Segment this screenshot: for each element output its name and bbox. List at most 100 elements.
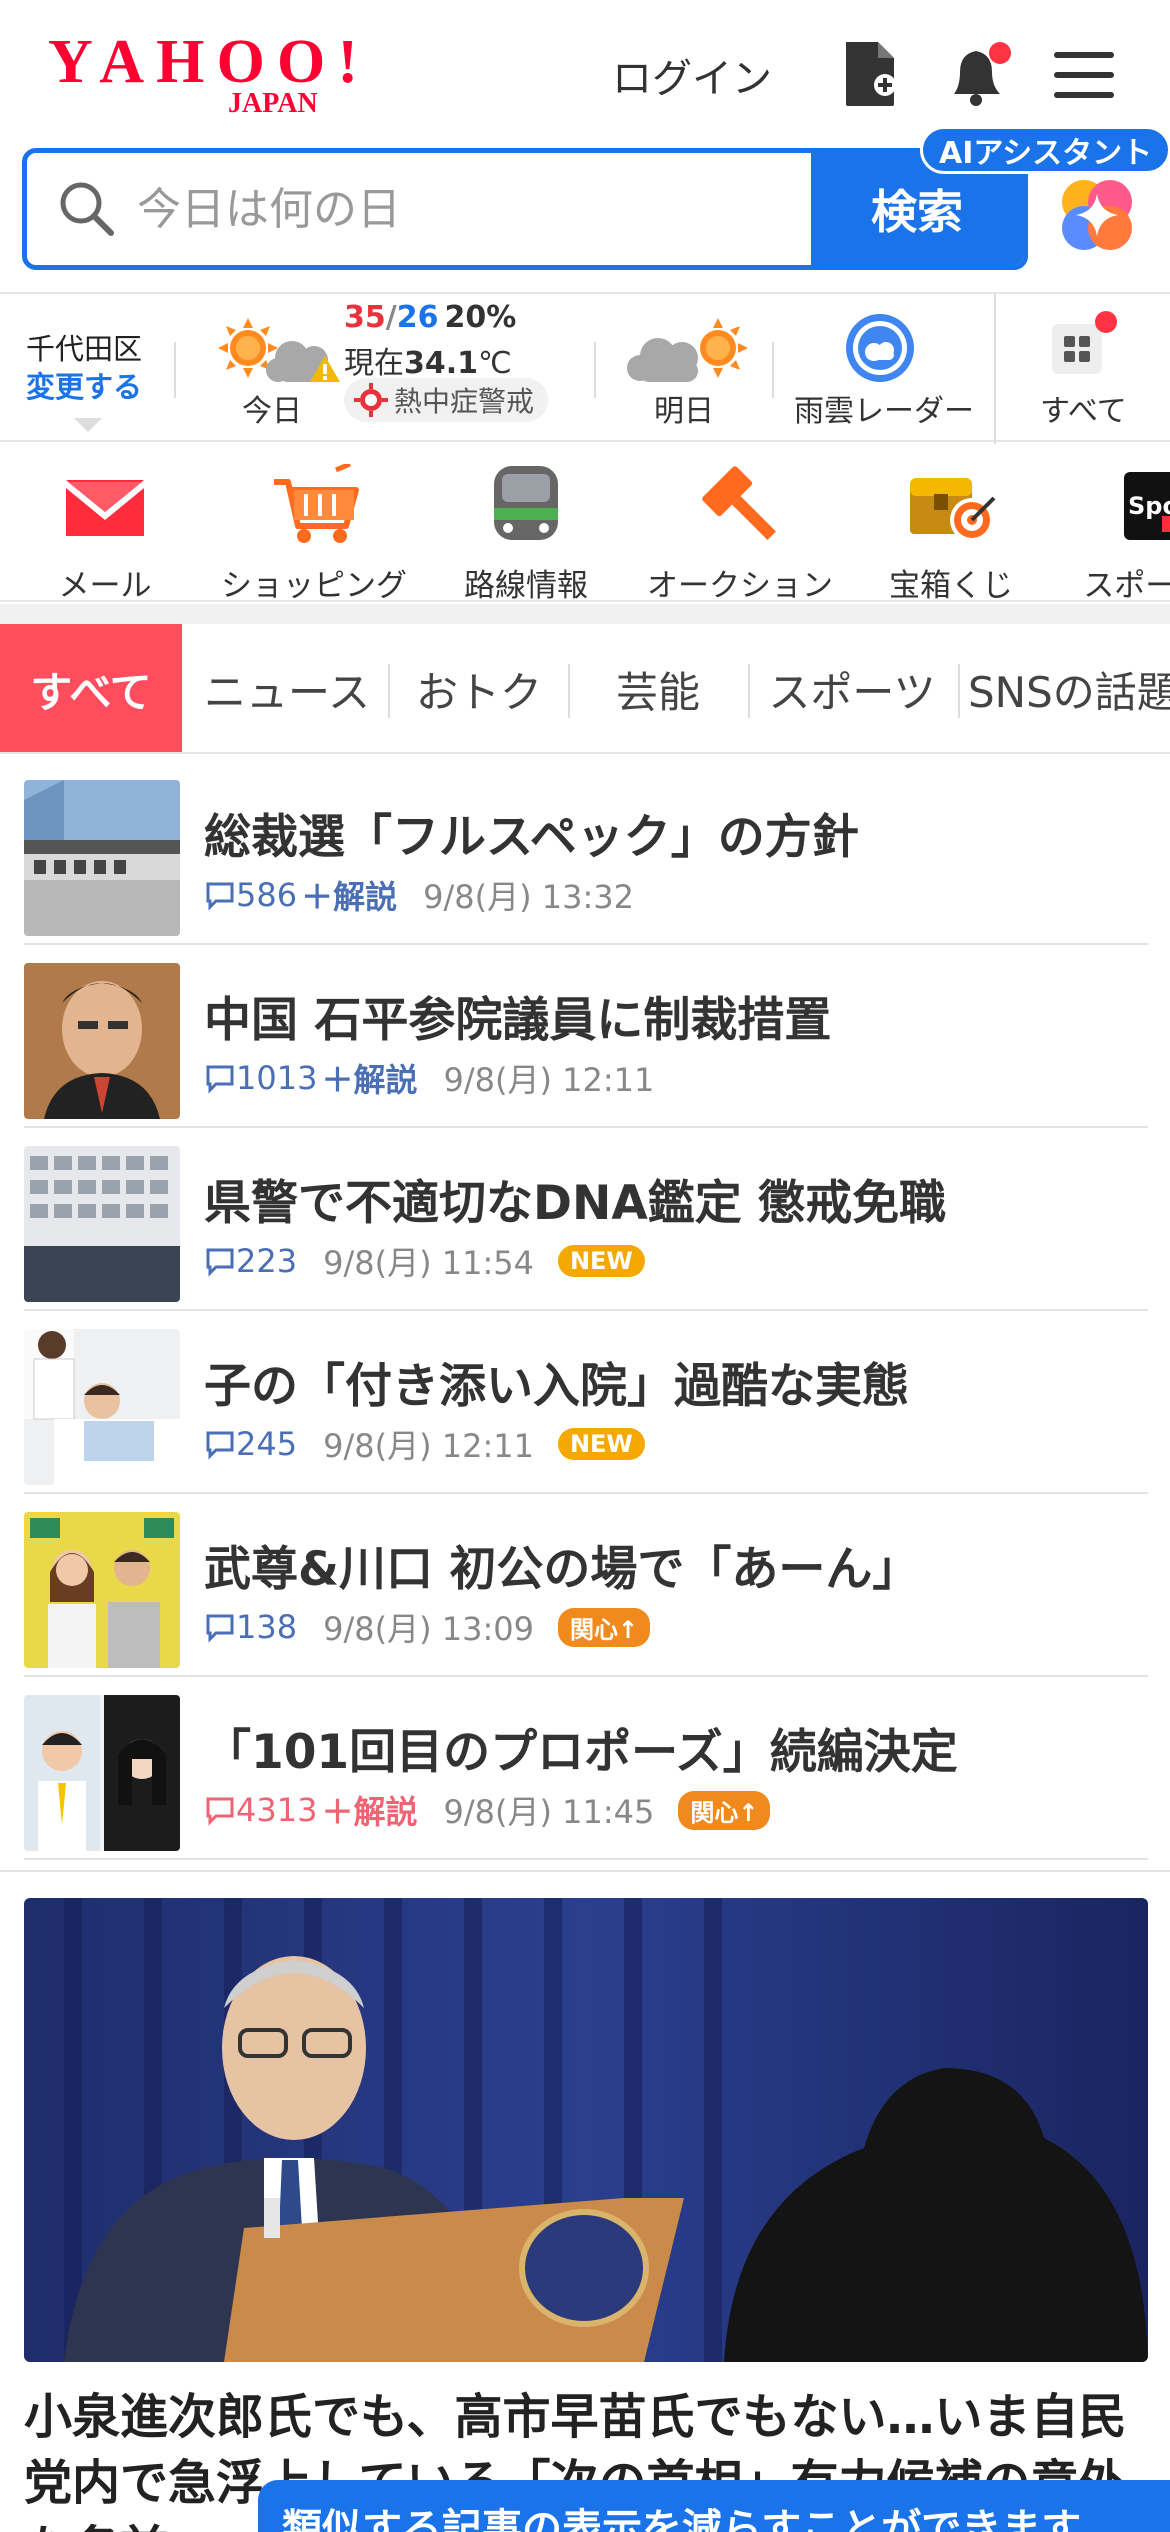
comment-count[interactable]: 138 — [204, 1608, 297, 1646]
news-meta: 223 9/8(月) 11:54 NEW — [204, 1238, 645, 1284]
tab-divider — [958, 664, 960, 718]
heatstroke-alert[interactable]: 熱中症警戒 — [344, 378, 549, 422]
low-temp: 26 — [396, 300, 439, 335]
change-location-link[interactable]: 変更する — [26, 368, 142, 406]
service-mail[interactable]: メール — [40, 460, 170, 600]
news-title: 中国 石平参院議員に制裁措置 — [204, 993, 832, 1048]
tab-sns-topics[interactable]: SNSの話題 — [968, 624, 1170, 752]
service-sports[interactable]: Spo スポーツ — [1070, 460, 1170, 600]
comment-icon — [206, 1065, 234, 1094]
news-category-tabs: すべて ニュース おトク 芸能 スポーツ SNSの話題 — [0, 624, 1170, 754]
news-item[interactable]: 武尊&川口 初公の場で「あーん」 138 9/8(月) 13:09 関心↑ — [24, 1494, 1148, 1677]
menu-hamburger-icon[interactable] — [1052, 38, 1114, 110]
divider — [772, 342, 774, 398]
today-label: 今日 — [242, 394, 302, 429]
comment-count-value: 223 — [236, 1242, 298, 1280]
news-title: 総裁選「フルスペック」の方針 — [204, 810, 859, 865]
ai-assistant-icon[interactable] — [1056, 174, 1138, 256]
mail-icon — [66, 480, 144, 536]
new-document-icon[interactable] — [840, 38, 900, 110]
weather-today[interactable]: 今日 35/26 20% 現在34.1℃ 熱中症警戒 — [210, 294, 580, 444]
news-item[interactable]: 「101回目のプロポーズ」続編決定 4313 ＋解説 9/8(月) 11:45 関… — [24, 1677, 1148, 1860]
notification-bell-icon[interactable] — [944, 38, 1011, 110]
comment-count[interactable]: 4313 ＋解説 — [204, 1787, 417, 1833]
interest-rising-badge: 関心↑ — [557, 1607, 651, 1647]
news-time: 9/8(月) 11:45 — [443, 1793, 655, 1831]
sports-icon: Spo — [1124, 472, 1170, 540]
service-label: スポーツ — [1083, 568, 1170, 602]
ai-assistant-badge[interactable]: AIアシスタント — [920, 126, 1170, 174]
cloudy-sunny-icon — [627, 318, 748, 382]
tab-news[interactable]: ニュース — [192, 624, 382, 752]
section-gap — [0, 604, 1170, 624]
news-title: 武尊&川口 初公の場で「あーん」 — [204, 1542, 920, 1597]
news-thumbnail — [24, 1695, 180, 1851]
comment-icon — [206, 1797, 234, 1826]
news-meta: 4313 ＋解説 9/8(月) 11:45 関心↑ — [204, 1787, 771, 1833]
news-title: 「101回目のプロポーズ」続編決定 — [204, 1725, 958, 1780]
current-temp-unit: ℃ — [478, 346, 512, 381]
service-shopping[interactable]: ショッピング — [214, 460, 414, 600]
comment-count[interactable]: 245 — [204, 1425, 297, 1463]
divider — [994, 294, 996, 444]
commentary-label: ＋解説 — [301, 878, 398, 916]
comment-count[interactable]: 223 — [204, 1242, 297, 1280]
comment-icon — [206, 1431, 234, 1460]
service-label: メール — [58, 568, 152, 602]
news-title: 子の「付き添い入院」過酷な実態 — [204, 1359, 909, 1414]
rain-chance: 20% — [444, 300, 517, 335]
tab-entertainment[interactable]: 芸能 — [570, 624, 746, 752]
current-temp-value: 34.1 — [404, 346, 479, 381]
commentary-label: ＋解説 — [321, 1061, 418, 1099]
feature-article-image[interactable] — [24, 1898, 1148, 2362]
service-shortcuts: メール ショッピング 路線情報 オークション 宝箱くじ Sp スポ — [0, 442, 1170, 602]
tab-sports[interactable]: スポーツ — [752, 624, 952, 752]
service-label: オークション — [647, 568, 833, 602]
shopping-cart-icon — [274, 464, 359, 543]
rain-radar-label: 雨雲レーダー — [794, 394, 974, 429]
news-thumbnail — [24, 1329, 180, 1485]
grid-icon — [1052, 311, 1117, 374]
search-area: 検索 AIアシスタント — [0, 126, 1170, 278]
tab-all[interactable]: すべて — [0, 624, 182, 752]
comment-count-value: 4313 — [236, 1791, 318, 1829]
service-label: ショッピング — [221, 568, 407, 602]
comment-count[interactable]: 1013 ＋解説 — [204, 1055, 417, 1101]
service-treasure-lottery[interactable]: 宝箱くじ — [876, 460, 1026, 600]
news-item[interactable]: 総裁選「フルスペック」の方針 586 ＋解説 9/8(月) 13:32 — [24, 762, 1148, 945]
news-meta: 138 9/8(月) 13:09 関心↑ — [204, 1604, 651, 1650]
search-input[interactable] — [137, 153, 817, 265]
heatstroke-alert-label: 熱中症警戒 — [394, 385, 535, 418]
news-item[interactable]: 子の「付き添い入院」過酷な実態 245 9/8(月) 12:11 NEW — [24, 1311, 1148, 1494]
service-transit[interactable]: 路線情報 — [456, 460, 596, 600]
tomorrow-label: 明日 — [654, 394, 714, 429]
high-temp: 35 — [344, 300, 386, 335]
news-time: 9/8(月) 11:54 — [323, 1244, 534, 1282]
svg-text:JAPAN: JAPAN — [228, 88, 318, 116]
svg-text:Spo: Spo — [1128, 492, 1170, 520]
tab-deals[interactable]: おトク — [392, 624, 566, 752]
news-meta: 586 ＋解説 9/8(月) 13:32 — [204, 872, 634, 918]
yahoo-japan-logo[interactable]: YAHOO! JAPAN — [46, 28, 366, 119]
auction-hammer-icon — [702, 466, 776, 540]
divider — [174, 342, 176, 398]
login-link[interactable]: ログイン — [612, 46, 772, 104]
rain-radar[interactable]: 雨雲レーダー — [790, 294, 980, 444]
search-icon — [57, 179, 117, 243]
similar-articles-toast[interactable]: 類似する記事の表示を減らすことができます — [258, 2480, 1170, 2532]
news-item[interactable]: 中国 石平参院議員に制裁措置 1013 ＋解説 9/8(月) 12:11 — [24, 945, 1148, 1128]
news-item[interactable]: 県警で不適切なDNA鑑定 懲戒免職 223 9/8(月) 11:54 NEW — [24, 1128, 1148, 1311]
weather-all-label: すべて — [1040, 394, 1127, 429]
weather-location[interactable]: 千代田区 変更する — [26, 330, 142, 406]
service-auction[interactable]: オークション — [640, 460, 840, 600]
temperature-range: 35/26 20% — [344, 300, 516, 335]
service-label: 宝箱くじ — [889, 568, 1013, 602]
comment-count[interactable]: 586 ＋解説 — [204, 872, 397, 918]
news-time: 9/8(月) 13:32 — [423, 878, 634, 916]
news-meta: 1013 ＋解説 9/8(月) 12:11 — [204, 1055, 654, 1101]
train-icon — [494, 466, 558, 540]
location-caret-icon — [74, 418, 102, 432]
news-time: 9/8(月) 13:09 — [323, 1610, 534, 1648]
weather-tomorrow[interactable]: 明日 — [612, 294, 762, 444]
weather-all[interactable]: すべて — [1004, 294, 1164, 444]
